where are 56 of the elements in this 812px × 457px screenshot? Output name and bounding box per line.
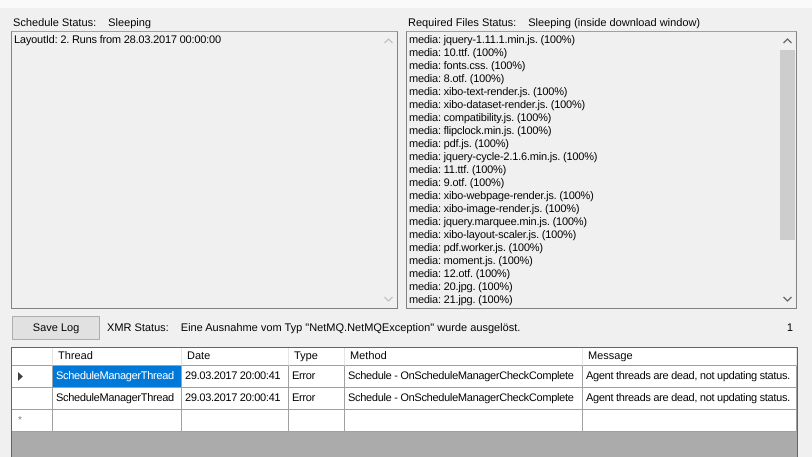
log-line: media: xibo-image-render.js. (100%): [409, 203, 580, 216]
log-line: media: pdf.js. (100%): [409, 138, 510, 151]
log-line: media: 12.otf. (100%): [409, 268, 511, 281]
log-line: media: xibo-text-render.js. (100%): [409, 86, 568, 99]
log-grid[interactable]: [11, 347, 798, 457]
table-cell: Schedule - OnScheduleManagerCheckComplete: [345, 366, 583, 388]
header-corner-cell: [12, 348, 53, 366]
table-cell: Agent threads are dead, not updating status.: [583, 388, 797, 410]
table-cell: Error: [289, 366, 345, 388]
log-line: media: moment.js. (100%): [409, 255, 534, 268]
log-textbox[interactable]: [406, 31, 797, 309]
status-value: Sleeping (inside download window): [528, 17, 700, 29]
row-header[interactable]: *: [12, 410, 53, 432]
log-line: media: 10.ttf. (100%): [409, 47, 508, 60]
column-header[interactable]: Type: [289, 348, 345, 366]
column-header[interactable]: Thread: [53, 348, 182, 366]
log-line: media: compatibility.js. (100%): [409, 112, 552, 125]
current-row-icon: [18, 372, 23, 381]
column-header[interactable]: Message: [583, 348, 797, 366]
scroll-up-icon[interactable]: [783, 38, 792, 44]
table-cell: Error: [289, 388, 345, 410]
xmr-status-label: XMR Status:: [107, 322, 169, 334]
column-header[interactable]: Method: [345, 348, 583, 366]
scroll-down-icon[interactable]: [783, 296, 792, 302]
status-count: 1: [786, 322, 793, 334]
log-line: media: flipclock.min.js. (100%): [409, 125, 552, 138]
table-cell: 29.03.2017 20:00:41: [182, 388, 289, 410]
log-line: media: pdf.worker.js. (100%): [409, 242, 544, 255]
table-cell: ScheduleManagerThread: [53, 388, 182, 410]
row-header[interactable]: [12, 366, 53, 388]
xmr-status-value: Eine Ausnahme vom Typ "NetMQ.NetMQException" wurde ausgelöst.: [180, 322, 522, 334]
column-header[interactable]: Date: [182, 348, 289, 366]
log-line: media: xibo-layout-scaler.js. (100%): [409, 229, 578, 242]
table-cell: 29.03.2017 20:00:41: [182, 366, 289, 388]
log-line: media: jquery-cycle-2.1.6.min.js. (100%): [409, 151, 598, 164]
new-row-marker: *: [18, 415, 22, 426]
table-cell: Schedule - OnScheduleManagerCheckComplete: [345, 388, 583, 410]
log-textbox[interactable]: LayoutId: 2. Runs from 28.03.2017 00:00:00: [11, 31, 398, 309]
status-value: Sleeping: [108, 17, 151, 29]
table-cell: ScheduleManagerThread: [53, 366, 182, 388]
log-line: media: 20.jpg. (100%): [409, 281, 514, 294]
table-cell: Agent threads are dead, not updating status.: [583, 366, 797, 388]
log-line: media: fonts.css. (100%): [409, 60, 526, 73]
scroll-thumb[interactable]: [780, 50, 795, 240]
log-line: LayoutId: 2. Runs from 28.03.2017 00:00:00: [14, 34, 222, 47]
log-line: media: 9.otf. (100%): [409, 177, 506, 190]
status-label: Schedule Status:: [13, 17, 96, 29]
log-line: media: 21.jpg. (100%): [409, 294, 514, 307]
log-line: media: jquery.marquee.min.js. (100%): [409, 216, 588, 229]
log-line: media: xibo-dataset-render.js. (100%): [409, 99, 586, 112]
log-line: media: 11.ttf. (100%): [409, 164, 508, 177]
log-line: media: xibo-webpage-render.js. (100%): [409, 190, 595, 203]
log-line: media: jquery-1.11.1.min.js. (100%): [409, 34, 576, 47]
log-line: media: 8.otf. (100%): [409, 73, 506, 86]
status-label: Required Files Status:: [408, 17, 516, 29]
save-log-button[interactable]: Save Log: [12, 316, 100, 340]
